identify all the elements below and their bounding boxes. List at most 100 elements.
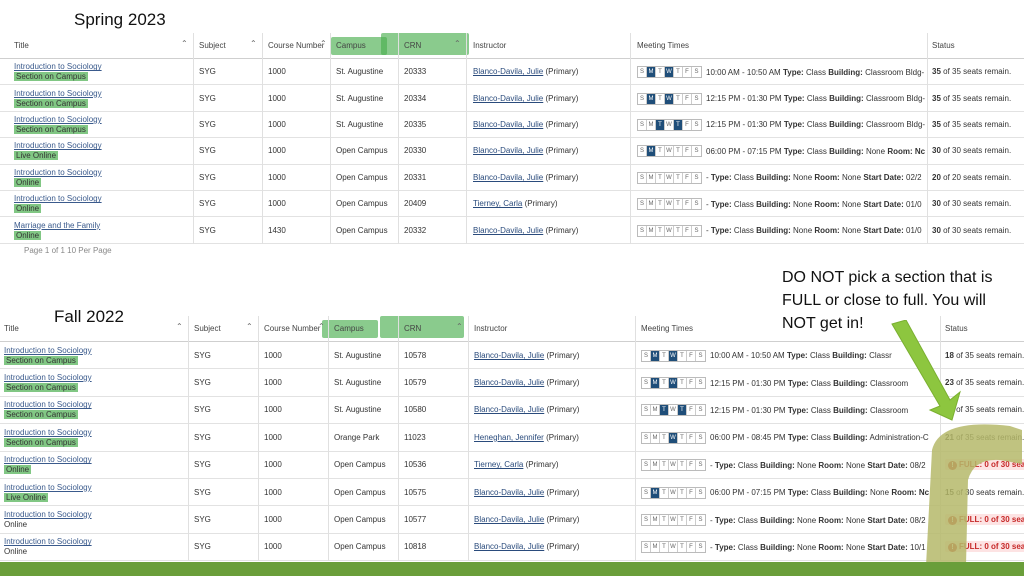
course-title-link[interactable]: Introduction to Sociology [14,89,102,99]
meeting-details: 06:00 PM - 07:15 PM Type: Class Building… [706,147,925,156]
table-row[interactable]: Marriage and the Family Online SYG 1430 Open… [0,217,1024,244]
instructor-link[interactable]: Blanco-Davila, Julie [473,226,543,235]
course-number-cell: 1000 [264,432,282,442]
column-header-crn[interactable]: CRN [404,33,421,59]
sort-icon[interactable]: ⌃ [181,33,188,55]
column-header-title[interactable]: Title [14,33,29,59]
course-title-link[interactable]: Marriage and the Family [14,221,100,231]
start-date-label: Start Date: [863,199,904,209]
column-header-course-number[interactable]: Course Number [264,316,320,342]
day-0: S [638,119,647,130]
course-title-link[interactable]: Introduction to Sociology [4,483,92,493]
crn-cell: 10580 [404,405,427,415]
course-title-link[interactable]: Introduction to Sociology [14,62,102,72]
sort-icon[interactable]: ⌃ [250,33,257,55]
sort-icon[interactable]: ⌃ [456,316,463,338]
pagination-controls[interactable]: Page 1 of 1 10 Per Page [24,246,112,255]
table-row[interactable]: Introduction to Sociology Section on Camp… [0,59,1024,86]
type-value: Class [810,405,831,415]
type-label: Type: [714,542,736,552]
day-3: W [669,515,678,526]
instructor-link[interactable]: Heneghan, Jennifer [474,433,544,442]
table-row[interactable]: Introduction to Sociology Online SYG 1000 Op… [0,165,1024,191]
instructor-link[interactable]: Blanco-Davila, Julie [473,173,543,182]
column-header-subject[interactable]: Subject [199,33,226,59]
table-row[interactable]: Introduction to Sociology Online SYG 1000 Op… [0,191,1024,218]
course-title-link[interactable]: Introduction to Sociology [4,373,92,383]
sort-icon[interactable]: ⌃ [454,33,461,55]
meeting-time: 12:15 PM - 01:30 PM [710,405,786,415]
course-title-link[interactable]: Introduction to Sociology [4,346,92,356]
course-title-link[interactable]: Introduction to Sociology [4,537,92,547]
building-label: Building: [760,542,795,552]
instructor-role: (Primary) [546,542,580,552]
column-header-subject[interactable]: Subject [194,316,221,342]
building-value: None [797,460,817,470]
instructor-link[interactable]: Blanco-Davila, Julie [473,120,543,129]
instructor-link[interactable]: Blanco-Davila, Julie [473,146,543,155]
subject-cell: SYG [199,67,216,77]
table-row[interactable]: Introduction to Sociology Section on Camp… [0,112,1024,139]
day-0: S [642,542,651,553]
day-1: M [647,119,656,130]
column-header-crn[interactable]: CRN [404,316,421,342]
column-header-meeting-times[interactable]: Meeting Times [641,316,693,342]
instructor-cell: Blanco-Davila, Julie (Primary) [474,515,579,524]
spring-table: Title Subject Course Number Campus CRN Instru… [0,33,1024,255]
course-title-link[interactable]: Introduction to Sociology [14,115,102,125]
weekday-selector: SMTWTFS [637,92,702,105]
instructor-link[interactable]: Blanco-Davila, Julie [474,351,544,360]
type-label: Type: [710,173,732,183]
course-title-link[interactable]: Introduction to Sociology [4,400,92,410]
course-title-link[interactable]: Introduction to Sociology [4,510,92,520]
instructor-link[interactable]: Blanco-Davila, Julie [474,405,544,414]
day-5: F [687,378,696,389]
sort-icon[interactable]: ⌃ [318,316,325,338]
column-header-title[interactable]: Title [4,316,19,342]
course-title-link[interactable]: Introduction to Sociology [14,141,102,151]
column-divider [188,316,189,562]
meeting-time: - [706,199,709,209]
instructor-link[interactable]: Tierney, Carla [474,460,523,469]
sort-icon[interactable]: ⌃ [176,316,183,338]
table-row[interactable]: Introduction to Sociology Live Online SYG 1… [0,138,1024,165]
column-header-instructor[interactable]: Instructor [474,316,507,342]
instructor-link[interactable]: Tierney, Carla [473,199,522,208]
sort-icon[interactable]: ⌃ [320,33,327,55]
instructor-link[interactable]: Blanco-Davila, Julie [474,515,544,524]
course-title-cell: Introduction to Sociology Online [4,455,92,475]
column-header-status[interactable]: Status [932,33,955,59]
course-title-link[interactable]: Introduction to Sociology [4,428,92,438]
crn-cell: 20330 [404,146,427,156]
column-header-meeting-times[interactable]: Meeting Times [637,33,689,59]
course-title-link[interactable]: Introduction to Sociology [4,455,92,465]
crn-highlight [380,316,464,338]
building-label: Building: [760,515,795,525]
instructor-role: (Primary) [546,405,580,415]
instructor-link[interactable]: Blanco-Davila, Julie [474,378,544,387]
column-header-instructor[interactable]: Instructor [473,33,506,59]
instructor-link[interactable]: Blanco-Davila, Julie [474,542,544,551]
column-header-campus[interactable]: Campus [334,316,364,342]
instructor-cell: Blanco-Davila, Julie (Primary) [473,94,578,103]
section-type-label: Online [4,547,92,557]
instructor-cell: Blanco-Davila, Julie (Primary) [474,378,579,387]
column-header-campus[interactable]: Campus [336,33,366,59]
instructor-link[interactable]: Blanco-Davila, Julie [473,67,543,76]
course-title-link[interactable]: Introduction to Sociology [14,168,102,178]
campus-cell: Open Campus [334,460,386,470]
column-header-course-number[interactable]: Course Number [268,33,324,59]
room-value: None [841,226,862,236]
instructor-link[interactable]: Blanco-Davila, Julie [474,488,544,497]
status-cell: 30 of 30 seats remain. [932,146,1011,155]
status-cell: 35 of 35 seats remain. [932,94,1011,103]
day-5: F [683,225,692,236]
meeting-times-cell: SMTWTFS- Type: Class Building: None Room… [637,224,926,237]
subject-cell: SYG [194,542,211,552]
column-divider [635,316,636,562]
instructor-link[interactable]: Blanco-Davila, Julie [473,94,543,103]
course-title-link[interactable]: Introduction to Sociology [14,194,102,204]
instructor-role: (Primary) [545,93,579,103]
table-row[interactable]: Introduction to Sociology Section on Camp… [0,85,1024,112]
sort-icon[interactable]: ⌃ [246,316,253,338]
